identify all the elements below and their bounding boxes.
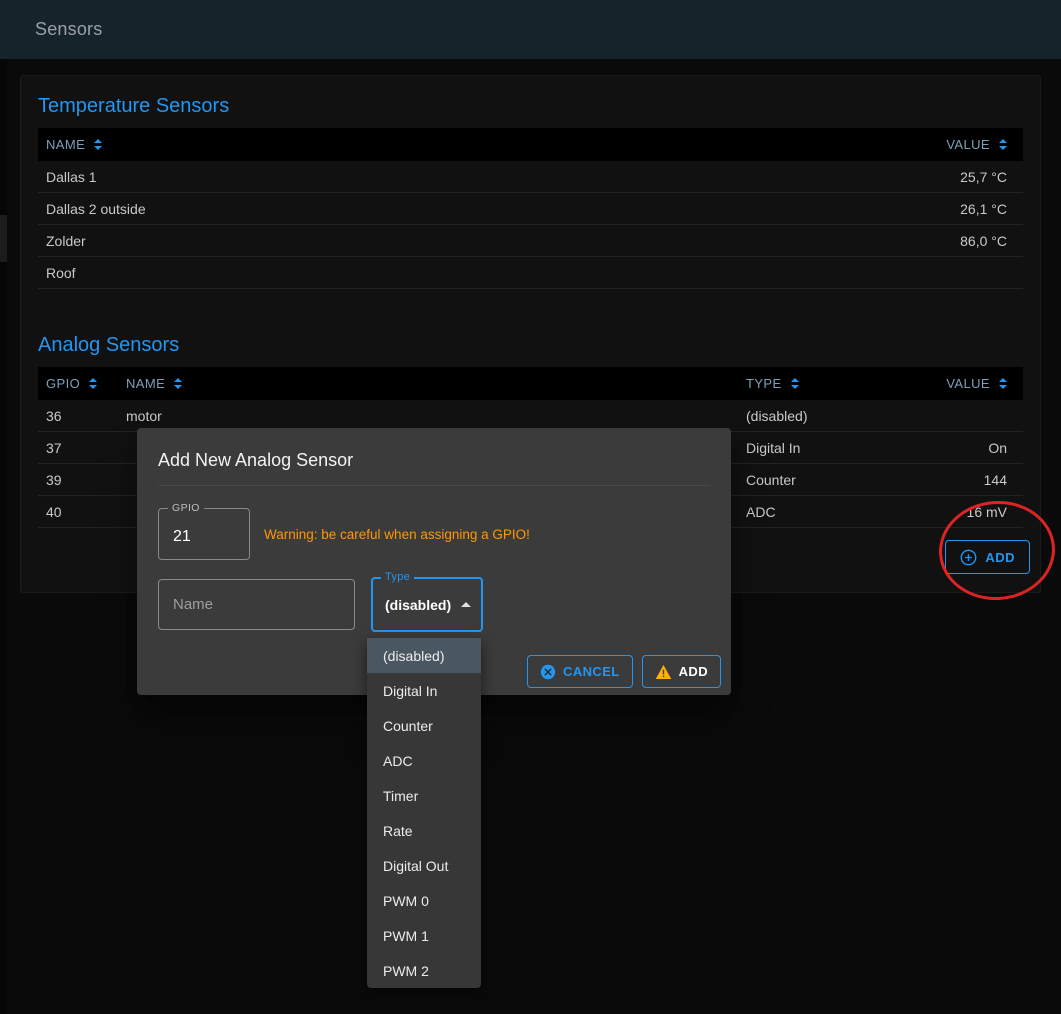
sensor-value: 16 mV [883, 504, 1023, 520]
analog-header-type[interactable]: TYPE [738, 376, 883, 391]
sensor-gpio: 39 [38, 472, 118, 488]
sensor-gpio: 37 [38, 440, 118, 456]
type-select-label: Type [381, 571, 414, 583]
analog-header-name[interactable]: NAME [118, 376, 738, 391]
dialog-add-button[interactable]: ADD [642, 655, 721, 688]
temperature-header-value[interactable]: VALUE [803, 137, 1023, 152]
name-input[interactable] [158, 579, 355, 630]
add-analog-sensor-button[interactable]: ADD [945, 540, 1030, 574]
analog-section-title: Analog Sensors [38, 333, 1023, 357]
sensor-name: Roof [38, 265, 803, 281]
sensor-type: Counter [738, 472, 883, 488]
type-option[interactable]: PWM 1 [367, 918, 481, 953]
sort-icon [999, 139, 1007, 150]
table-row: Zolder 86,0 °C [38, 225, 1023, 257]
sensor-name: Dallas 2 outside [38, 201, 803, 217]
sensor-gpio: 36 [38, 408, 118, 424]
gpio-warning-text: Warning: be careful when assigning a GPI… [264, 527, 530, 542]
sensor-value: 144 [883, 472, 1023, 488]
sensor-name: motor [118, 408, 738, 424]
type-select[interactable]: Type (disabled) [371, 577, 483, 632]
temperature-header-name[interactable]: NAME [38, 137, 803, 152]
sensor-type: (disabled) [738, 408, 883, 424]
sensor-name: Dallas 1 [38, 169, 803, 185]
type-dropdown: (disabled) Digital In Counter ADC Timer … [367, 638, 481, 988]
plus-circle-icon [960, 549, 977, 566]
sensor-type: Digital In [738, 440, 883, 456]
gpio-input[interactable] [159, 509, 249, 559]
sensor-gpio: 40 [38, 504, 118, 520]
sensor-value: 25,7 °C [803, 169, 1023, 185]
sort-icon [791, 378, 799, 389]
caret-up-icon [461, 602, 471, 607]
type-option[interactable]: PWM 0 [367, 883, 481, 918]
analog-table-header: GPIO NAME TYPE VALUE [38, 367, 1023, 400]
type-option[interactable]: PWM 2 [367, 953, 481, 988]
sort-icon [174, 378, 182, 389]
sort-icon [89, 378, 97, 389]
temperature-section-title: Temperature Sensors [38, 94, 1023, 118]
gpio-field-label: GPIO [168, 502, 204, 514]
sensor-value: 86,0 °C [803, 233, 1023, 249]
cancel-button[interactable]: CANCEL [527, 655, 633, 688]
type-option[interactable]: ADC [367, 743, 481, 778]
type-option[interactable]: Rate [367, 813, 481, 848]
sort-icon [94, 139, 102, 150]
scrollbar-track [0, 59, 7, 1014]
type-option[interactable]: Digital In [367, 673, 481, 708]
dialog-title: Add New Analog Sensor [158, 428, 710, 486]
sensor-value: On [883, 440, 1023, 456]
analog-header-value[interactable]: VALUE [883, 376, 1023, 391]
sort-icon [999, 378, 1007, 389]
analog-header-gpio[interactable]: GPIO [38, 376, 118, 391]
table-row: Roof [38, 257, 1023, 289]
type-option[interactable]: Digital Out [367, 848, 481, 883]
sensor-type: ADC [738, 504, 883, 520]
gpio-field: GPIO [158, 508, 250, 560]
type-option[interactable]: Timer [367, 778, 481, 813]
table-row: Dallas 2 outside 26,1 °C [38, 193, 1023, 225]
type-option[interactable]: (disabled) [367, 638, 481, 673]
temperature-table-header: NAME VALUE [38, 128, 1023, 161]
warning-triangle-icon [655, 664, 672, 680]
page-title: Sensors [35, 19, 102, 40]
sensor-name: Zolder [38, 233, 803, 249]
sensor-value: 26,1 °C [803, 201, 1023, 217]
scrollbar-thumb[interactable] [0, 215, 7, 262]
x-circle-icon [540, 664, 556, 680]
type-select-value: (disabled) [385, 597, 451, 613]
table-row: Dallas 1 25,7 °C [38, 161, 1023, 193]
app-bar: Sensors [0, 0, 1061, 59]
type-option[interactable]: Counter [367, 708, 481, 743]
